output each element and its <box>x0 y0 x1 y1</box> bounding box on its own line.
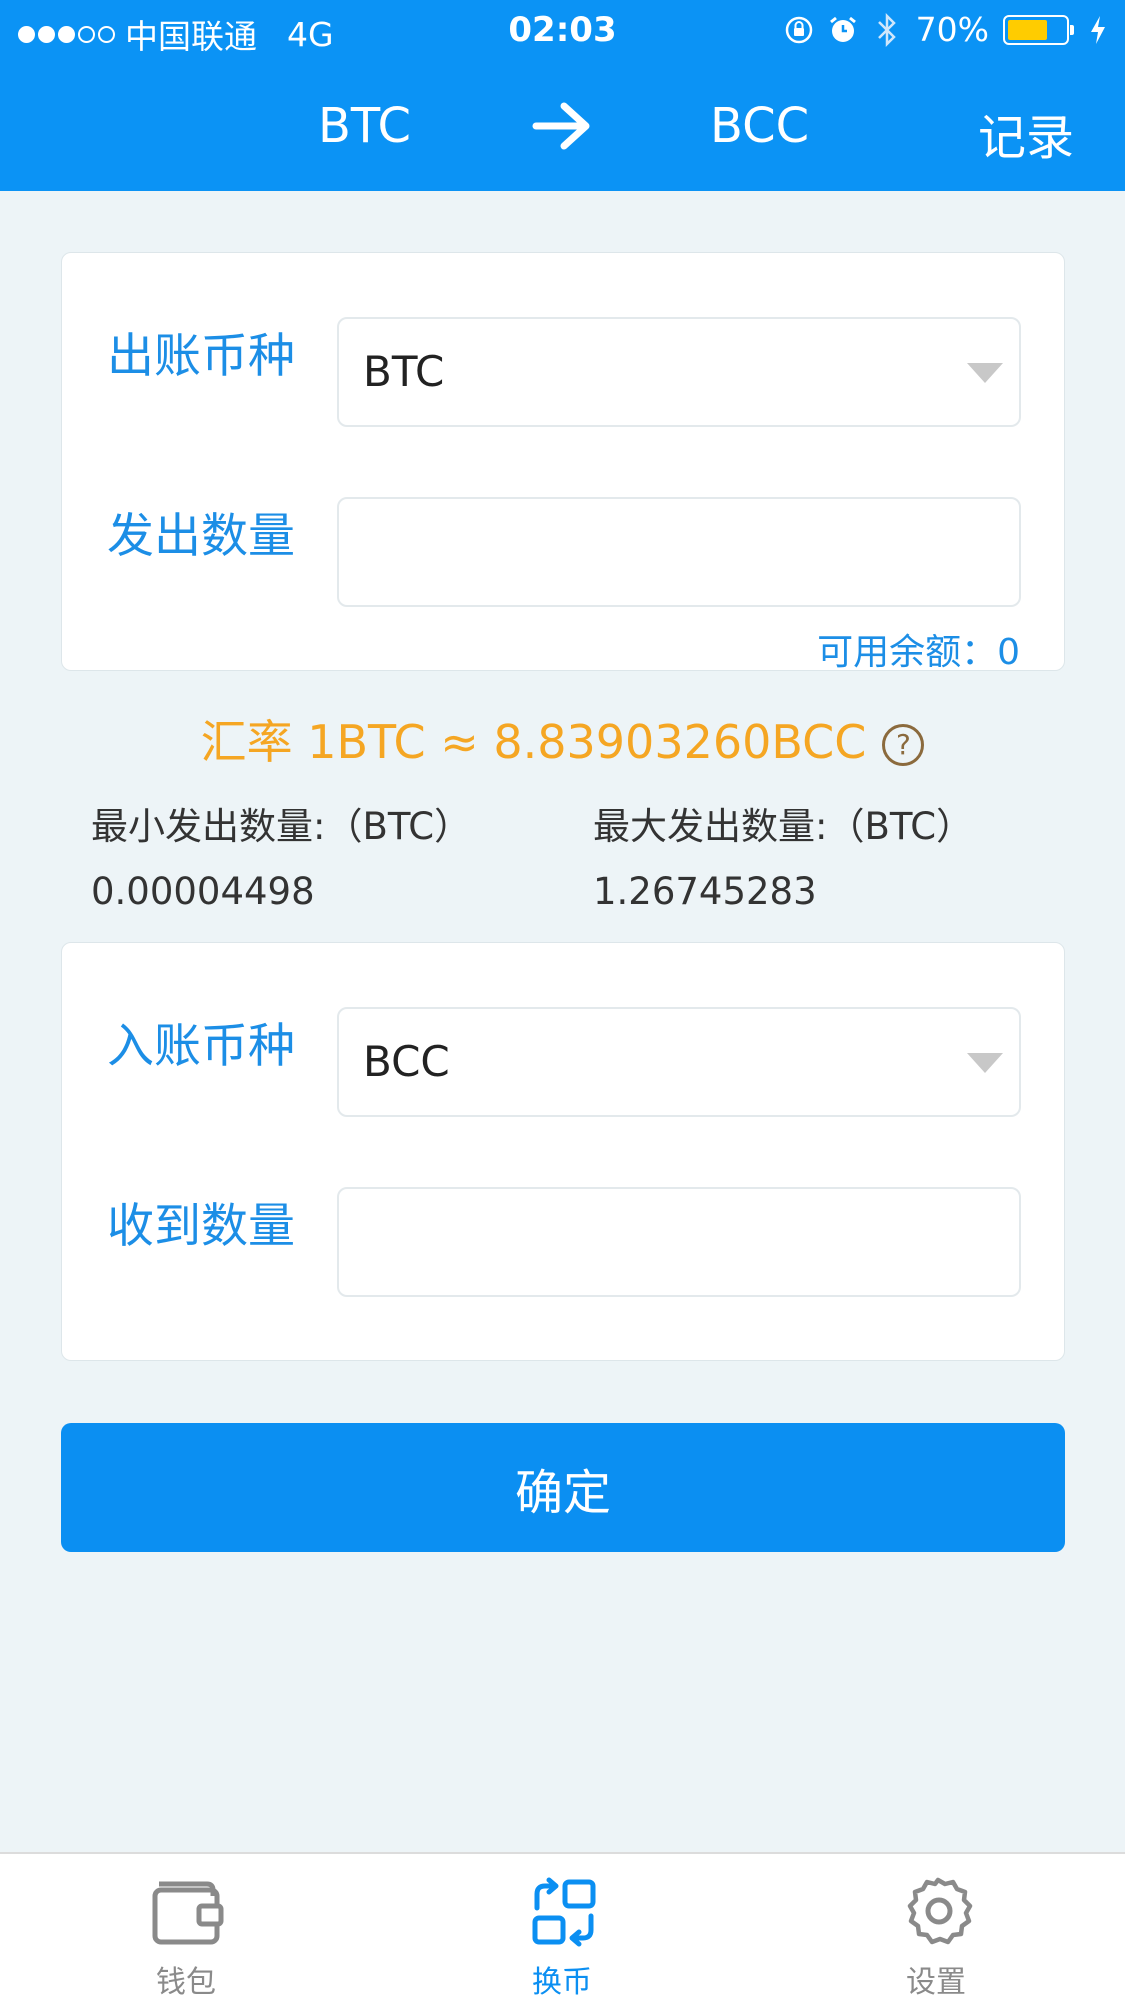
to-currency-title[interactable]: BCC <box>710 98 809 154</box>
send-card: 出账币种 BTC 发出数量 可用余额：0 <box>61 252 1065 673</box>
battery-percent: 70% <box>915 10 989 49</box>
tab-settings[interactable]: 设置 <box>836 1854 1036 2001</box>
max-amount-value: 1.26745283 <box>593 870 817 913</box>
tab-bar: 钱包 换币 设置 <box>0 1852 1125 2001</box>
gear-icon <box>907 1877 973 1945</box>
exchange-rate: 汇率 1BTC ≈ 8.83903260BCC? <box>0 706 1125 772</box>
max-amount-label: 最大发出数量:（BTC） <box>593 805 974 848</box>
tab-exchange[interactable]: 换币 <box>462 1854 662 2001</box>
battery-fill <box>1008 19 1048 40</box>
send-amount-input[interactable] <box>337 497 1021 607</box>
tab-label: 换币 <box>532 1965 592 2000</box>
charging-icon <box>1083 15 1113 45</box>
exchange-rate-text: 汇率 1BTC ≈ 8.83903260BCC <box>200 715 867 769</box>
receive-amount-input[interactable] <box>337 1187 1021 1297</box>
battery-icon <box>1003 14 1074 45</box>
send-currency-label: 出账币种 <box>107 329 295 384</box>
arrow-right-icon <box>532 102 590 150</box>
dropdown-caret-icon <box>967 363 1003 383</box>
bluetooth-icon <box>872 12 902 47</box>
status-right: 70% <box>784 10 1113 49</box>
tab-wallet[interactable]: 钱包 <box>86 1854 286 2001</box>
send-currency-value: BTC <box>363 347 445 396</box>
tab-label: 钱包 <box>156 1965 216 2000</box>
send-currency-select[interactable]: BTC <box>337 317 1021 427</box>
confirm-button[interactable]: 确定 <box>61 1423 1065 1552</box>
available-balance: 可用余额：0 <box>817 632 1020 673</box>
receive-currency-select[interactable]: BCC <box>337 1007 1021 1117</box>
records-button[interactable]: 记录 <box>978 98 1074 168</box>
help-icon[interactable]: ? <box>882 724 925 766</box>
min-amount-label: 最小发出数量:（BTC） <box>91 805 472 848</box>
receive-currency-label: 入账币种 <box>107 1019 295 1074</box>
orientation-lock-icon <box>784 15 814 45</box>
min-amount-value: 0.00004498 <box>91 870 315 913</box>
send-amount-label: 发出数量 <box>107 509 295 564</box>
receive-amount-label: 收到数量 <box>107 1199 295 1254</box>
receive-currency-value: BCC <box>363 1037 450 1086</box>
dropdown-caret-icon <box>967 1053 1003 1073</box>
alarm-icon <box>828 15 858 45</box>
status-bar: 中国联通 4G 02:03 70% <box>0 0 1125 62</box>
receive-card: 入账币种 BCC 收到数量 <box>61 942 1065 1361</box>
app-header: 中国联通 4G 02:03 70% BTC BCC 记录 <box>0 0 1125 191</box>
from-currency-title[interactable]: BTC <box>318 98 411 154</box>
exchange-icon <box>532 1877 596 1947</box>
tab-label: 设置 <box>906 1965 966 2000</box>
wallet-icon <box>152 1881 224 1945</box>
